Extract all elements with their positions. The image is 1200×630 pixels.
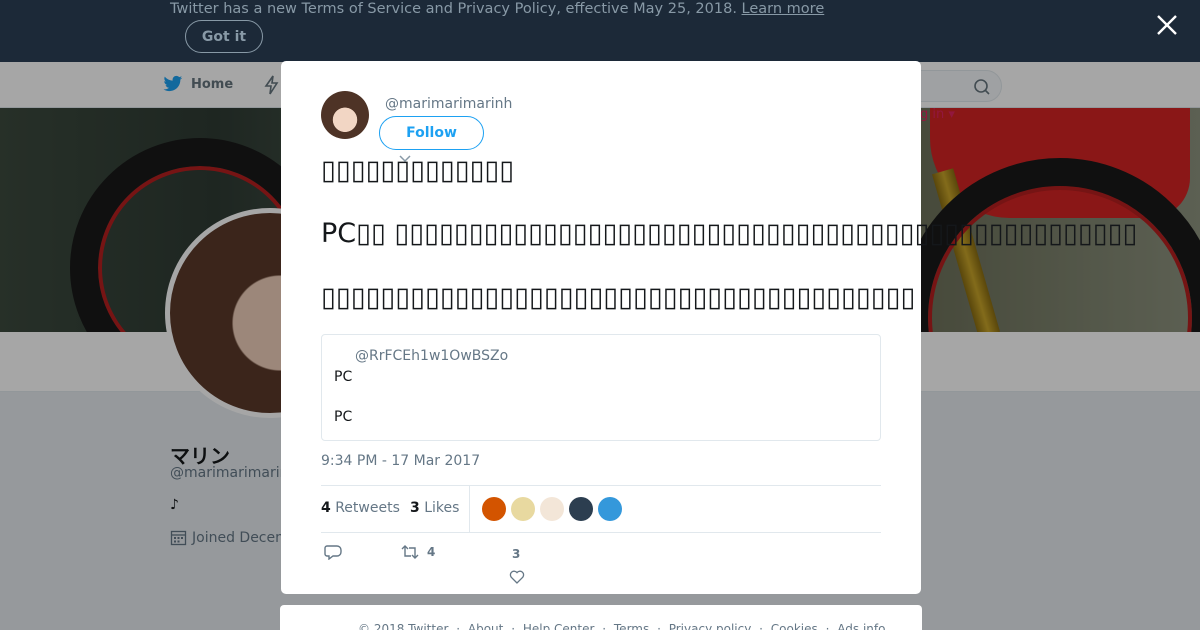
tweet-author-avatar[interactable] — [321, 91, 369, 139]
quoted-tweet[interactable]: @RrFCEh1w1OwBSZo PC PC — [321, 334, 881, 441]
footer-separator: · — [657, 622, 661, 630]
likes-stat[interactable]: 3 Likes — [410, 500, 459, 516]
like-action-count: 3 — [512, 547, 521, 561]
quoted-tweet-text-1: PC — [334, 369, 353, 385]
reply-button[interactable] — [324, 544, 342, 560]
got-it-button[interactable]: Got it — [185, 20, 263, 53]
likes-label: Likes — [424, 500, 460, 516]
footer-separator: · — [511, 622, 516, 630]
retweet-icon — [401, 545, 419, 559]
footer-separator: · — [825, 622, 830, 630]
quoted-tweet-handle: @RrFCEh1w1OwBSZo — [355, 348, 509, 364]
stats-divider — [469, 486, 470, 532]
footer-link[interactable]: Cookies — [771, 622, 818, 630]
footer-link[interactable]: Terms — [614, 622, 649, 630]
tweet-stats: 4 Retweets 3 Likes — [321, 485, 881, 533]
tos-message: Twitter has a new Terms of Service and P… — [170, 1, 737, 17]
likers-list — [482, 497, 622, 521]
footer: © 2018 Twitter · About · Help Center · T… — [280, 605, 922, 630]
footer-separator: · — [602, 622, 607, 630]
footer-link[interactable]: Help Center — [523, 622, 595, 630]
tweet-text-line-3: ▯▯▯▯▯▯▯▯▯▯▯▯▯▯▯▯▯▯▯▯▯▯▯▯▯▯▯▯▯▯▯▯▯▯▯▯▯▯▯▯ — [321, 282, 916, 313]
liker-avatar[interactable] — [569, 497, 593, 521]
retweet-action-count: 4 — [427, 545, 436, 559]
close-icon[interactable] — [1155, 13, 1179, 37]
tweet-modal: @marimarimarinh Follow ▯▯▯▯▯▯▯▯▯▯▯▯▯ PC▯… — [281, 61, 1137, 594]
learn-more-link[interactable]: Learn more — [742, 1, 825, 17]
quoted-tweet-text-2: PC — [334, 409, 353, 425]
tos-text: Twitter has a new Terms of Service and P… — [170, 1, 824, 17]
heart-icon[interactable] — [509, 569, 525, 585]
footer-separator: · — [759, 622, 763, 630]
retweets-count: 4 — [321, 500, 331, 516]
tweet-actions: 4 3 — [321, 541, 881, 584]
reply-icon — [324, 545, 342, 560]
footer-link[interactable]: Privacy policy — [669, 622, 752, 630]
footer-link[interactable]: Ads info — [837, 622, 885, 630]
tos-banner: Twitter has a new Terms of Service and P… — [0, 0, 1200, 62]
footer-links: © 2018 Twitter · About · Help Center · T… — [358, 622, 889, 630]
retweet-button[interactable]: 4 — [401, 544, 435, 560]
footer-link[interactable]: About — [468, 622, 503, 630]
retweets-stat[interactable]: 4 Retweets — [321, 500, 400, 516]
tweet-timestamp[interactable]: 9:34 PM - 17 Mar 2017 — [321, 453, 480, 469]
likes-count: 3 — [410, 500, 420, 516]
liker-avatar[interactable] — [540, 497, 564, 521]
tweet-text-line-2: PC▯▯ ▯▯▯▯▯▯▯▯▯▯▯▯▯▯▯▯▯▯▯▯▯▯▯▯▯▯▯▯▯▯▯▯▯▯▯… — [321, 218, 1138, 249]
footer-link[interactable]: © 2018 Twitter — [358, 622, 448, 630]
tweet-author-handle[interactable]: @marimarimarinh — [385, 96, 512, 112]
follow-button[interactable]: Follow — [379, 116, 484, 150]
liker-avatar[interactable] — [511, 497, 535, 521]
retweets-label: Retweets — [335, 500, 400, 516]
tweet-text-line-1: ▯▯▯▯▯▯▯▯▯▯▯▯▯ — [321, 155, 515, 186]
liker-avatar[interactable] — [598, 497, 622, 521]
liker-avatar[interactable] — [482, 497, 506, 521]
footer-separator: · — [456, 622, 461, 630]
